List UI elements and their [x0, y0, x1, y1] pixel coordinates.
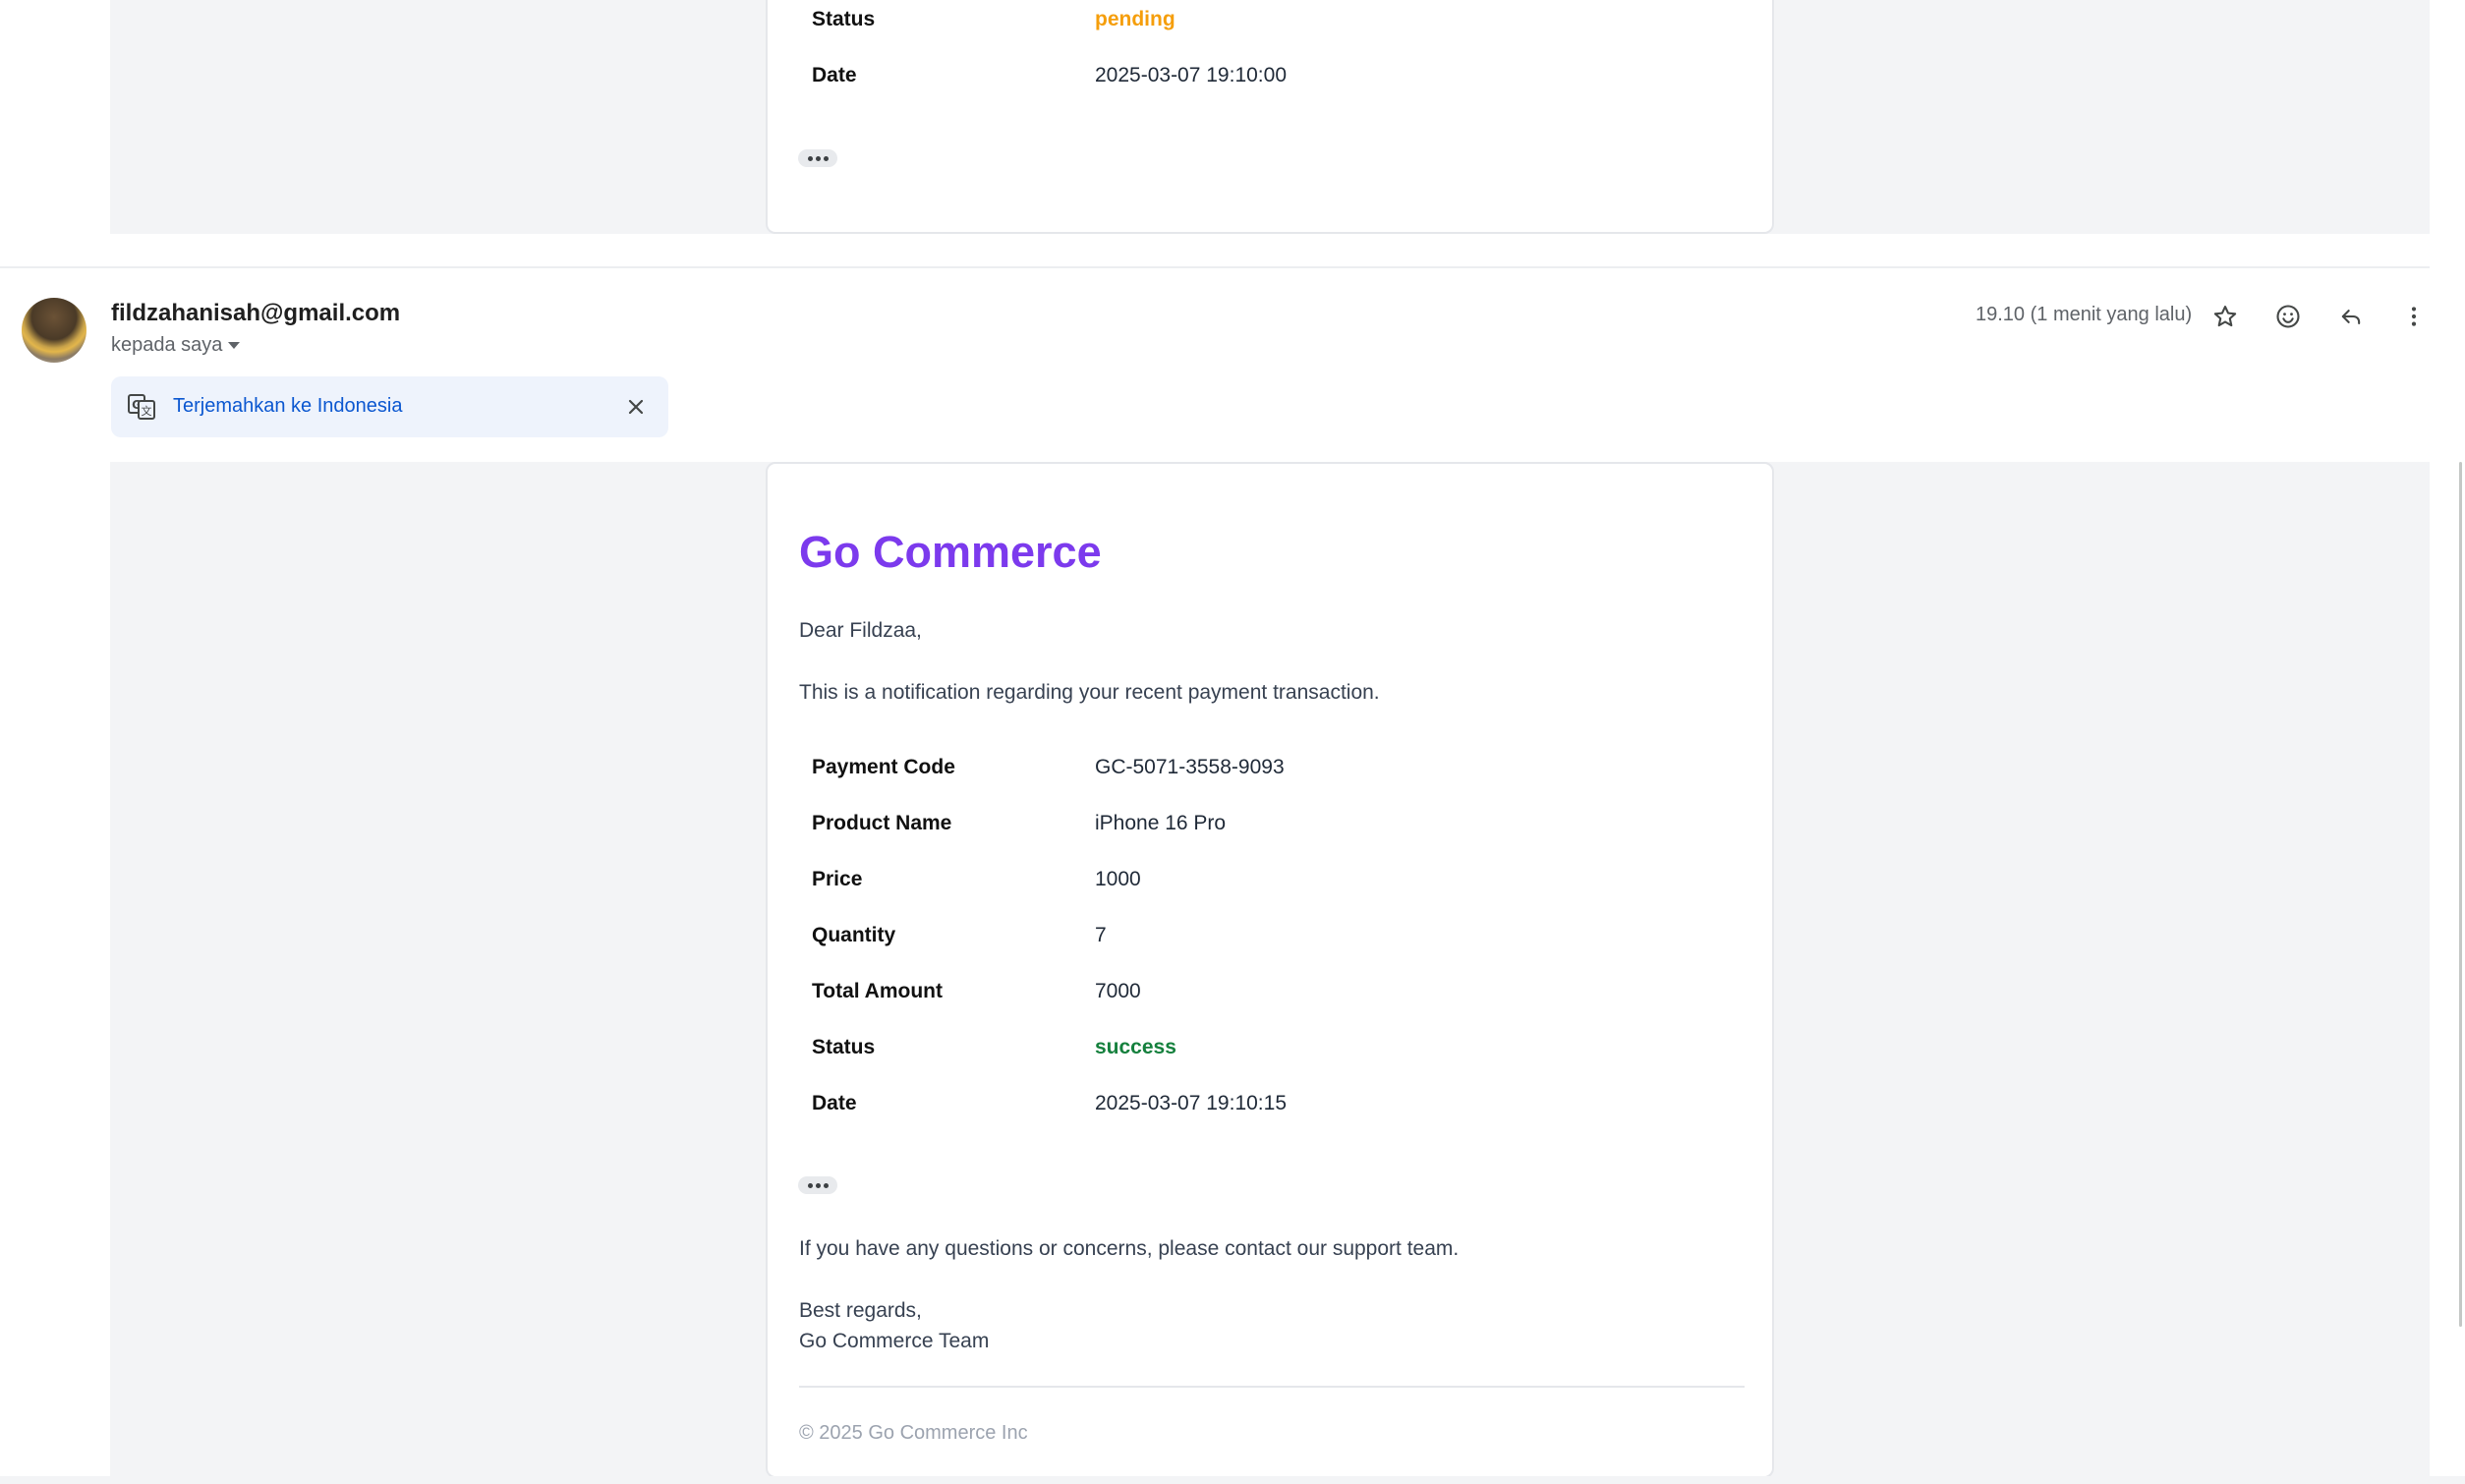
detail-label: Payment Code: [812, 756, 955, 778]
detail-value: 7000: [1095, 980, 1141, 1002]
footer-copyright: © 2025 Go Commerce Inc: [799, 1422, 1028, 1444]
detail-value: 2025-03-07 19:10:00: [1095, 64, 1287, 86]
email-card: Go Commerce Dear Fildzaa, This is a noti…: [766, 462, 1774, 1478]
detail-label: Price: [812, 868, 863, 890]
avatar[interactable]: [22, 298, 86, 363]
detail-label: Date: [812, 1092, 857, 1114]
status-value-success: success: [1095, 1036, 1176, 1058]
sender-email[interactable]: fildzahanisah@gmail.com: [111, 300, 400, 327]
detail-label: Quantity: [812, 924, 896, 946]
message-timestamp: 19.10 (1 menit yang lalu): [1976, 304, 2193, 325]
intro-text: This is a notification regarding your re…: [799, 681, 1380, 704]
detail-label: Status: [812, 1036, 876, 1058]
status-value-pending: pending: [1095, 8, 1175, 30]
detail-value: iPhone 16 Pro: [1095, 812, 1227, 834]
close-icon[interactable]: [622, 393, 650, 421]
bottom-strip: [0, 1476, 2465, 1484]
emoji-icon[interactable]: [2268, 297, 2308, 336]
reply-icon[interactable]: [2331, 297, 2371, 336]
recipient-label[interactable]: kepada saya: [111, 334, 222, 357]
chevron-down-icon[interactable]: [228, 342, 240, 349]
detail-label: Date: [812, 64, 857, 86]
detail-label: Total Amount: [812, 980, 943, 1002]
detail-value: 7: [1095, 924, 1107, 946]
star-icon[interactable]: [2206, 297, 2245, 336]
detail-label: Product Name: [812, 812, 952, 834]
translate-icon: G 文: [127, 392, 156, 422]
support-text: If you have any questions or concerns, p…: [799, 1237, 1460, 1260]
translate-link[interactable]: Terjemahkan ke Indonesia: [173, 395, 402, 418]
show-trimmed-content-button[interactable]: [798, 149, 837, 167]
team-signature: Go Commerce Team: [799, 1330, 990, 1352]
detail-value: 1000: [1095, 868, 1141, 890]
scrollbar[interactable]: [2459, 462, 2462, 1327]
detail-value: 2025-03-07 19:10:15: [1095, 1092, 1287, 1114]
translate-bar: G 文 Terjemahkan ke Indonesia: [111, 376, 668, 437]
show-trimmed-content-button[interactable]: [798, 1176, 837, 1194]
more-vert-icon[interactable]: [2394, 297, 2434, 336]
svg-text:文: 文: [142, 404, 152, 418]
brand-title: Go Commerce: [799, 527, 1102, 577]
signoff-text: Best regards,: [799, 1299, 922, 1322]
detail-label: Status: [812, 8, 876, 30]
previous-email-card: Status pending Date 2025-03-07 19:10:00: [766, 0, 1774, 234]
detail-value: GC-5071-3558-9093: [1095, 756, 1285, 778]
greeting: Dear Fildzaa,: [799, 619, 922, 642]
footer-divider: [799, 1386, 1745, 1388]
message-divider: [0, 266, 2430, 268]
